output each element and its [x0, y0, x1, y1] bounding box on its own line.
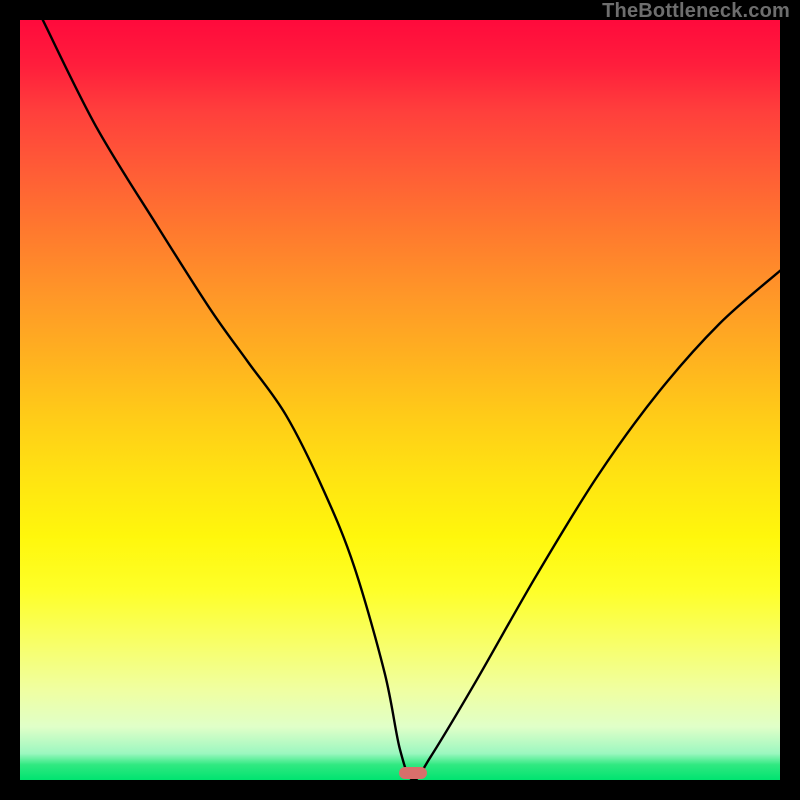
plot-area [20, 20, 780, 780]
bottleneck-curve [20, 20, 780, 780]
watermark-text: TheBottleneck.com [602, 0, 790, 23]
chart-frame: TheBottleneck.com [0, 0, 800, 800]
optimal-marker [399, 767, 427, 779]
